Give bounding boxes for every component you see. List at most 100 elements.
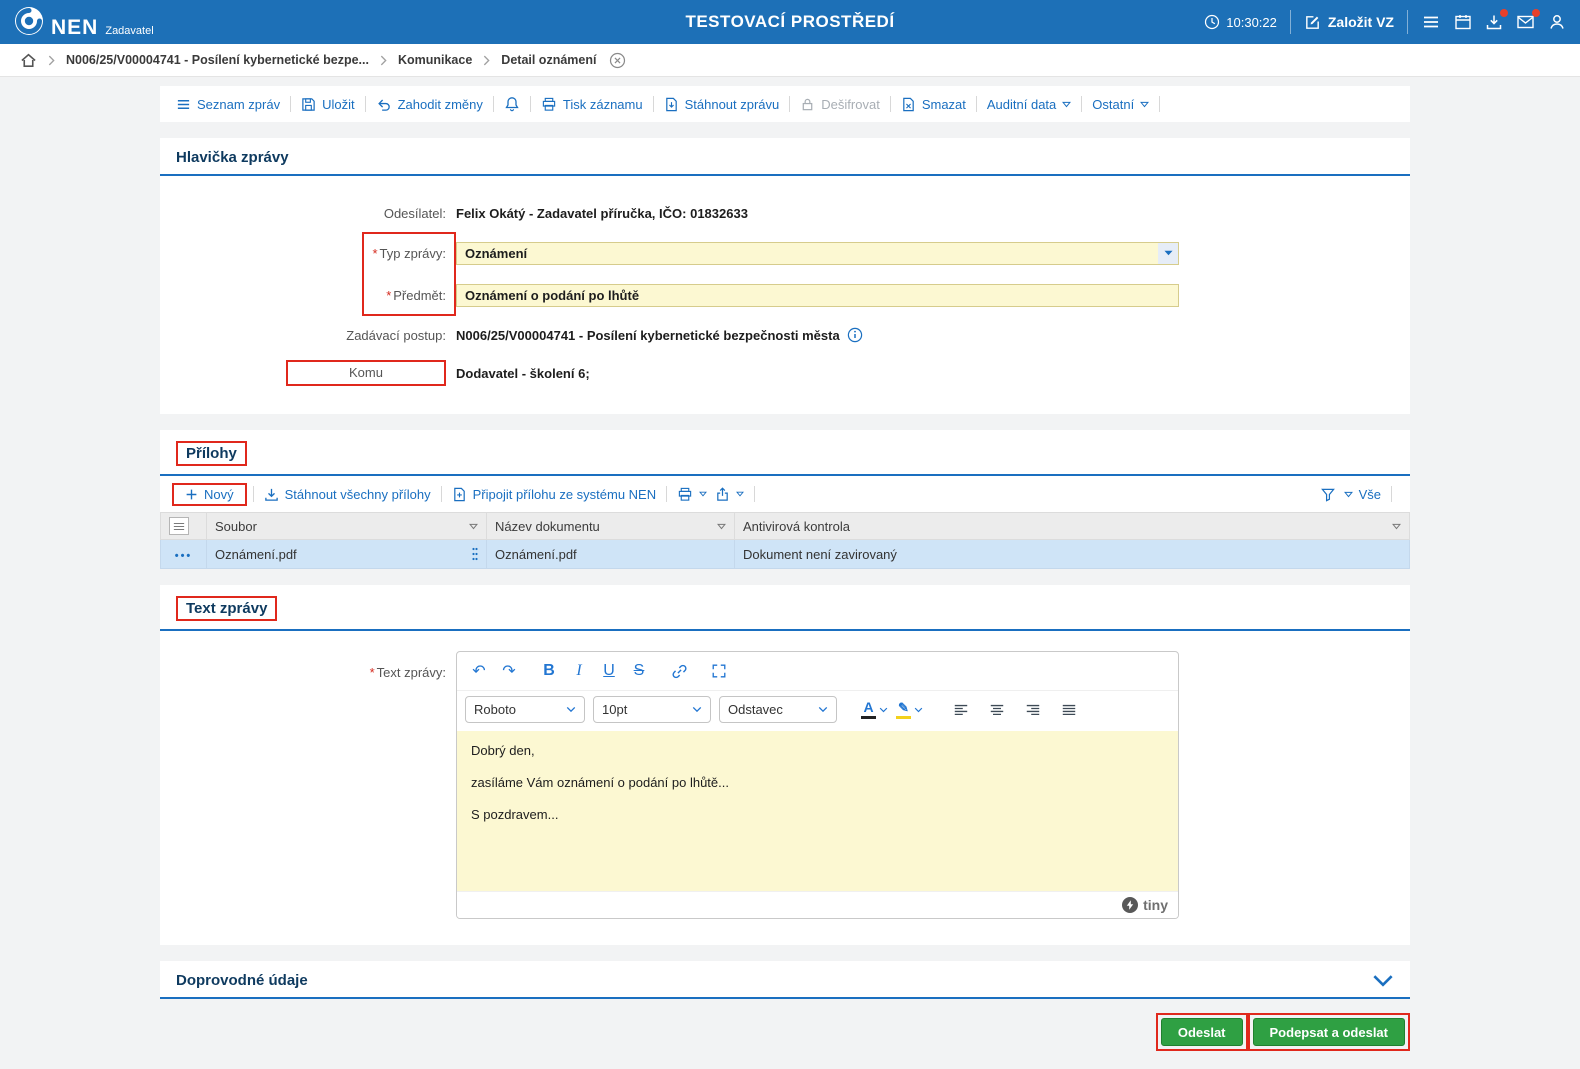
message-header-form: Odesílatel: Felix Okátý - Zadavatel přír…: [160, 176, 1410, 414]
align-left-icon[interactable]: [947, 697, 975, 723]
downloads-button[interactable]: [1485, 9, 1508, 31]
record-toolbar: Seznam zpráv Uložit Zahodit změny Tisk z…: [160, 86, 1410, 122]
home-icon: [20, 52, 37, 69]
row-menu-icon[interactable]: •••: [175, 550, 193, 562]
block-format-select[interactable]: Odstavec: [719, 696, 837, 723]
send-button[interactable]: Odeslat: [1160, 1018, 1243, 1046]
section-head: Hlavička zprávy: [160, 138, 1410, 176]
column-header-soubor[interactable]: Soubor: [206, 512, 487, 540]
close-icon[interactable]: [609, 52, 626, 69]
required-marker: *: [372, 245, 378, 261]
drag-handle-icon[interactable]: [472, 547, 478, 561]
discard-changes-button[interactable]: Zahodit změny: [372, 97, 487, 112]
bold-icon[interactable]: B: [535, 658, 563, 684]
column-filter-icon[interactable]: [469, 523, 478, 530]
editor-content-area[interactable]: Dobrý den, zasíláme Vám oznámení o podán…: [457, 731, 1178, 891]
attachments-section: Přílohy Nový Stáhnout všechny přílohy Př…: [160, 430, 1410, 569]
messages-button[interactable]: [1516, 9, 1540, 31]
download-icon: [264, 487, 279, 502]
message-list-button[interactable]: Seznam zpráv: [172, 97, 284, 112]
breadcrumb-item-procedure[interactable]: N006/25/V00004741 - Posílení kybernetick…: [66, 53, 369, 67]
antivirus-cell[interactable]: Dokument není zavirovaný: [734, 539, 1410, 569]
strikethrough-icon[interactable]: S: [625, 658, 653, 684]
menu-button[interactable]: [1421, 13, 1441, 31]
notifications-button[interactable]: [500, 96, 524, 112]
subject-input[interactable]: [456, 283, 1179, 307]
audit-data-button[interactable]: Auditní data: [983, 97, 1075, 112]
annotation-box-new: Nový: [172, 482, 247, 506]
section-title-hlavicka: Hlavička zprávy: [176, 149, 289, 166]
table-settings-icon[interactable]: [169, 517, 189, 535]
attach-from-nen-button[interactable]: Připojit přílohu ze systému NEN: [448, 487, 661, 502]
to-label: Komu: [286, 360, 446, 386]
user-icon: [1548, 13, 1566, 31]
fullscreen-icon[interactable]: [705, 658, 733, 684]
link-icon[interactable]: [665, 658, 693, 684]
print-attachments-button[interactable]: [673, 487, 711, 502]
redo-icon[interactable]: ↷: [495, 658, 523, 684]
undo-icon[interactable]: ↶: [465, 658, 493, 684]
column-header-icon[interactable]: [160, 512, 207, 540]
home-button[interactable]: [20, 52, 37, 69]
expand-chevron-icon[interactable]: [1372, 974, 1394, 987]
header-separator: [1289, 10, 1291, 34]
file-name: Oznámení.pdf: [215, 546, 297, 562]
text-color-button[interactable]: A: [861, 700, 888, 719]
download-all-attachments-button[interactable]: Stáhnout všechny přílohy: [260, 487, 435, 502]
edit-icon: [1304, 14, 1321, 31]
download-doc-icon: [664, 97, 679, 112]
decrypt-label: Dešifrovat: [821, 96, 880, 112]
chevron-down-icon: [692, 706, 702, 713]
required-marker: *: [369, 665, 375, 680]
align-justify-icon[interactable]: [1055, 697, 1083, 723]
message-type-select[interactable]: [456, 241, 1179, 265]
save-icon: [301, 97, 316, 112]
filter-button[interactable]: [1316, 487, 1340, 502]
attachment-row[interactable]: ••• Oznámení.pdf Oznámení.pdf Dokument n…: [160, 539, 1410, 569]
other-button[interactable]: Ostatní: [1088, 97, 1153, 112]
row-menu-cell[interactable]: •••: [160, 539, 207, 569]
rich-text-editor: ↶ ↷ B I U S Roboto 10pt Odstavec A ✎ Dob…: [456, 651, 1179, 919]
column-header-antivir[interactable]: Antivirová kontrola: [734, 512, 1410, 540]
column-header-nazev[interactable]: Název dokumentu: [486, 512, 735, 540]
chevron-down-icon: [736, 491, 745, 497]
section-head[interactable]: Doprovodné údaje: [160, 961, 1410, 999]
combo-chevron-icon[interactable]: [1158, 242, 1178, 264]
main-content: Seznam zpráv Uložit Zahodit změny Tisk z…: [160, 86, 1410, 1069]
chevron-down-icon: [818, 706, 828, 713]
nen-logo-icon: [14, 6, 44, 36]
column-filter-icon[interactable]: [1392, 523, 1401, 530]
underline-icon[interactable]: U: [595, 658, 623, 684]
italic-icon[interactable]: I: [565, 658, 593, 684]
document-name-cell[interactable]: Oznámení.pdf: [486, 539, 735, 569]
breadcrumb-item-komunikace[interactable]: Komunikace: [398, 53, 472, 67]
chevron-down-icon: [1062, 101, 1072, 108]
notification-badge: [1500, 9, 1508, 17]
view-all-filter-button[interactable]: Vše: [1340, 487, 1385, 502]
download-message-button[interactable]: Stáhnout zprávu: [660, 97, 784, 112]
column-filter-icon[interactable]: [717, 523, 726, 530]
font-size-select[interactable]: 10pt: [593, 696, 711, 723]
save-button[interactable]: Uložit: [297, 97, 359, 112]
new-attachment-button[interactable]: Nový: [181, 487, 238, 502]
info-icon[interactable]: [847, 327, 863, 343]
file-cell[interactable]: Oznámení.pdf: [206, 539, 487, 569]
align-center-icon[interactable]: [983, 697, 1011, 723]
create-vz-button[interactable]: Založit VZ: [1304, 14, 1394, 31]
message-text-section: Text zprávy * Text zprávy: ↶ ↷ B I U S R…: [160, 585, 1410, 945]
highlight-color-button[interactable]: ✎: [896, 701, 923, 719]
align-right-icon[interactable]: [1019, 697, 1047, 723]
text-label: * Text zprávy:: [369, 665, 446, 680]
nen-home-link[interactable]: NEN Zadavatel: [0, 6, 154, 38]
toolbar-separator: [975, 96, 977, 112]
sign-and-send-button[interactable]: Podepsat a odeslat: [1252, 1018, 1405, 1046]
chevron-down-icon: [914, 707, 923, 713]
delete-button[interactable]: Smazat: [897, 97, 970, 112]
print-record-button[interactable]: Tisk záznamu: [537, 97, 647, 112]
profile-button[interactable]: [1548, 13, 1566, 31]
font-family-select[interactable]: Roboto: [465, 696, 585, 723]
calendar-button[interactable]: [1454, 13, 1472, 31]
toolbar-separator: [754, 486, 756, 502]
export-attachments-button[interactable]: [711, 486, 748, 502]
message-type-input[interactable]: [456, 241, 1179, 265]
